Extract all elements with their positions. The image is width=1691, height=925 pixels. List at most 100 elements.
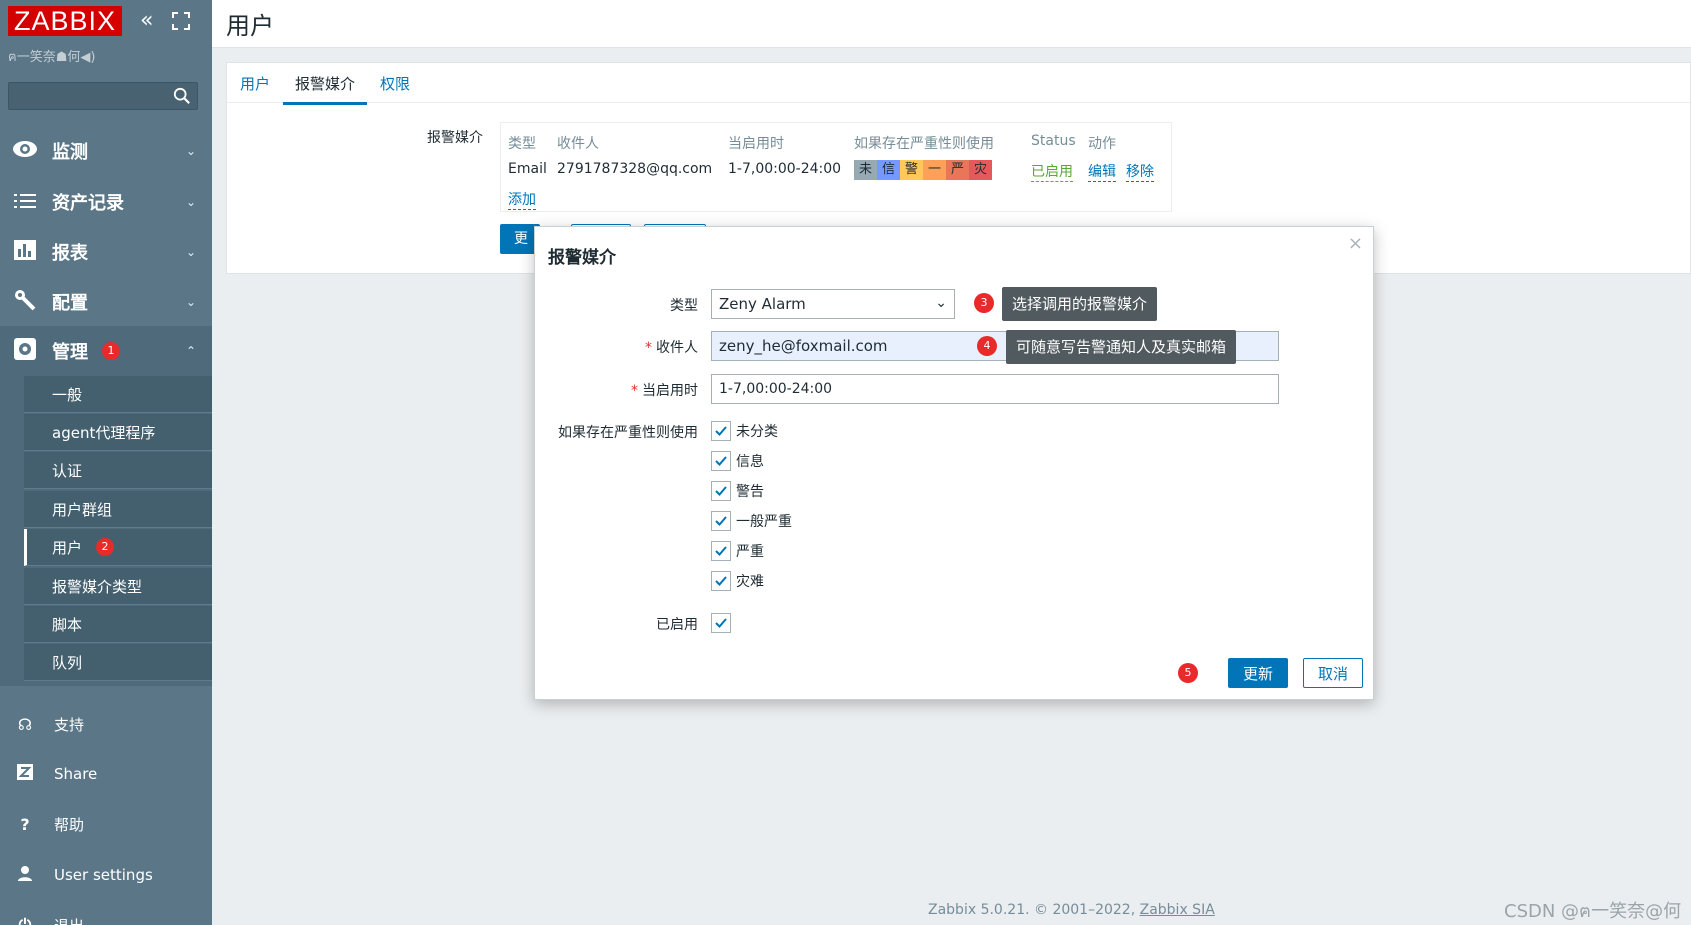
check-icon <box>715 456 727 466</box>
period-label: * 当启用时 <box>535 380 698 400</box>
kiosk-mode-icon[interactable] <box>172 12 190 30</box>
tab-media[interactable]: 报警媒介 <box>283 73 368 105</box>
search-icon[interactable] <box>173 87 191 105</box>
check-icon <box>715 426 727 436</box>
severity-checkbox-row[interactable]: 灾难 <box>711 570 764 592</box>
enabled-checkbox-row[interactable] <box>711 612 731 634</box>
checkbox-high[interactable] <box>711 541 731 561</box>
checkbox-label: 信息 <box>736 454 764 470</box>
footer-link[interactable]: Zabbix SIA <box>1140 902 1215 918</box>
chevron-down-icon: ⌄ <box>185 195 196 209</box>
checkbox-warning[interactable] <box>711 481 731 501</box>
sub-item-media-types[interactable]: 报警媒介类型 <box>24 568 212 605</box>
media-type-cell: Email <box>508 161 547 177</box>
nav-reports[interactable]: 报表 ⌄ <box>0 227 212 277</box>
sub-item-label: agent代理程序 <box>52 423 156 442</box>
period-input[interactable] <box>711 374 1279 404</box>
user-icon <box>10 865 40 885</box>
nav-administration-label: 管理 <box>52 342 88 363</box>
tab-user[interactable]: 用户 <box>240 73 270 102</box>
media-remove-link[interactable]: 移除 <box>1126 161 1154 182</box>
nav-help-label: 帮助 <box>54 815 85 834</box>
cancel-button[interactable]: 取消 <box>1303 658 1363 688</box>
page-header: 用户 <box>212 0 1691 48</box>
tab-permissions[interactable]: 权限 <box>380 73 410 102</box>
col-header-sendto: 收件人 <box>557 136 599 152</box>
close-icon[interactable]: × <box>1348 233 1363 254</box>
check-icon <box>715 576 727 586</box>
media-type-select[interactable]: Zeny Alarm ⌄ <box>711 289 955 319</box>
nav-monitoring-label: 监测 <box>52 142 88 163</box>
step-3-marker: 3 <box>974 293 994 313</box>
severity-checkbox-row[interactable]: 未分类 <box>711 420 778 442</box>
chevron-up-icon: ⌃ <box>185 344 196 358</box>
bar-chart-icon <box>10 239 40 265</box>
nav-support[interactable]: ☊ 支持 <box>0 704 212 744</box>
headset-icon: ☊ <box>17 714 33 734</box>
media-dialog: 报警媒介 × 类型 Zeny Alarm ⌄ *收件人 *当启用时 如果存在严重… <box>534 226 1374 700</box>
sub-item-general[interactable]: 一般 <box>24 376 212 413</box>
sub-item-label: 报警媒介类型 <box>52 577 143 596</box>
nav-reports-label: 报表 <box>52 243 88 264</box>
media-status-link[interactable]: 已启用 <box>1031 161 1073 182</box>
nav-help[interactable]: ? 帮助 <box>0 804 212 844</box>
sendto-label: * 收件人 <box>535 337 698 357</box>
step-5-marker: 5 <box>1178 663 1198 683</box>
required-asterisk: * <box>631 383 638 399</box>
chevron-down-icon: ⌄ <box>935 295 947 311</box>
sub-item-scripts[interactable]: 脚本 <box>24 606 212 643</box>
nav-inventory[interactable]: 资产记录 ⌄ <box>0 177 212 227</box>
nav-share[interactable]: Share <box>0 754 212 794</box>
media-edit-link[interactable]: 编辑 <box>1088 161 1116 182</box>
administration-submenu: 一般 agent代理程序 认证 用户群组 用户 2 报警媒介类型 脚本 队列 <box>0 376 212 686</box>
sendto-label-text: 收件人 <box>656 340 698 356</box>
eye-icon <box>10 139 40 163</box>
nav-configuration[interactable]: 配置 ⌄ <box>0 277 212 327</box>
checkbox-disaster[interactable] <box>711 571 731 591</box>
type-label-text: 类型 <box>670 298 698 314</box>
severity-checkbox-row[interactable]: 警告 <box>711 480 764 502</box>
checkbox-information[interactable] <box>711 451 731 471</box>
step-1-badge: 1 <box>102 342 120 360</box>
checkbox-average[interactable] <box>711 511 731 531</box>
nav-share-label: Share <box>54 765 98 783</box>
nav-monitoring[interactable]: 监测 ⌄ <box>0 126 212 176</box>
severity-checkbox-row[interactable]: 严重 <box>711 540 764 562</box>
checkbox-not-classified[interactable] <box>711 421 731 441</box>
checkbox-enabled[interactable] <box>711 613 731 633</box>
severity-checkbox-row[interactable]: 一般严重 <box>711 510 792 532</box>
sub-item-authentication[interactable]: 认证 <box>24 452 212 489</box>
enabled-label: 已启用 <box>656 617 698 633</box>
page-title: 用户 <box>226 12 274 40</box>
chevron-down-icon: ⌄ <box>185 144 196 158</box>
sidebar-user-info: ฅ一笑奈☗何◀) <box>8 50 96 65</box>
severity-disaster: 灾 <box>969 160 992 180</box>
sub-item-queue[interactable]: 队列 <box>24 644 212 681</box>
sub-item-proxies[interactable]: agent代理程序 <box>24 414 212 451</box>
nav-administration[interactable]: 管理 1 ⌃ <box>0 326 212 376</box>
nav-configuration-label: 配置 <box>52 293 88 314</box>
sub-item-user-groups[interactable]: 用户群组 <box>24 491 212 528</box>
severity-warning: 警 <box>900 160 923 180</box>
col-header-status: Status <box>1031 133 1076 149</box>
list-icon <box>10 190 40 214</box>
sub-item-users[interactable]: 用户 2 <box>24 529 212 566</box>
dialog-title: 报警媒介 <box>548 248 616 268</box>
check-icon <box>715 486 727 496</box>
sidebar-search-input[interactable] <box>8 82 198 110</box>
col-header-type: 类型 <box>508 136 536 152</box>
nav-sign-out[interactable]: ⏻ 退出 <box>0 905 212 925</box>
zabbix-logo[interactable]: ZABBIX <box>8 6 122 36</box>
media-add-link[interactable]: 添加 <box>508 189 536 210</box>
sub-item-label: 用户 <box>52 538 83 557</box>
severity-checkbox-row[interactable]: 信息 <box>711 450 764 472</box>
collapse-sidebar-icon[interactable]: « <box>140 10 153 32</box>
step-4-marker: 4 <box>977 336 997 356</box>
nav-user-settings[interactable]: User settings <box>0 855 212 895</box>
nav-support-label: 支持 <box>54 715 85 734</box>
share-z-icon <box>10 764 40 784</box>
checkbox-label: 警告 <box>736 484 764 500</box>
update-button[interactable]: 更新 <box>1228 658 1288 688</box>
tip-select-media: 选择调用的报警媒介 <box>1002 287 1158 321</box>
checkbox-label: 严重 <box>736 544 764 560</box>
